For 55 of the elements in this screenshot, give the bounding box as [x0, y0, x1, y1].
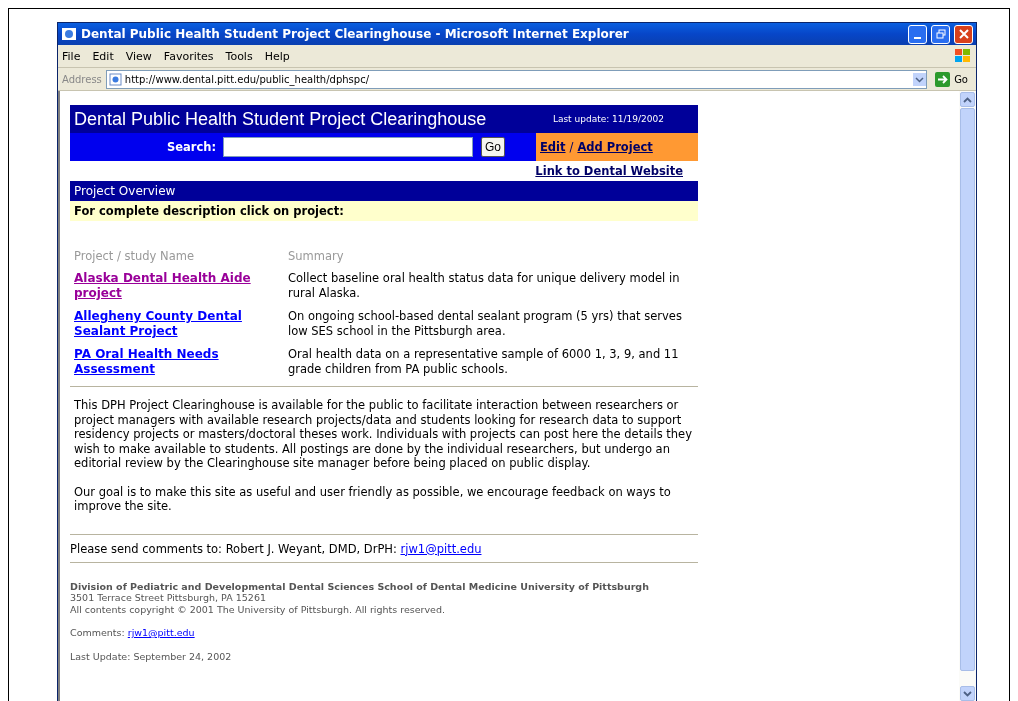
dropdown-icon[interactable]	[913, 72, 927, 86]
window-title: Dental Public Health Student Project Clearinghouse - Microsoft Internet Explorer	[81, 27, 630, 41]
column-header: Summary	[288, 249, 345, 263]
contact-text: Please send comments to: Robert J. Weyant, DMD, DrPH:	[70, 541, 397, 556]
restore-button[interactable]	[931, 24, 950, 44]
minimize-icon	[914, 37, 921, 39]
close-icon	[958, 29, 969, 39]
minimize-button[interactable]	[908, 24, 927, 44]
add-project-link[interactable]: Add Project	[577, 140, 653, 154]
menu-item[interactable]: Help	[264, 49, 290, 63]
project-summary: On ongoing school-based dental sealant program (5 yrs) that serves low SES school in the Pittsburgh area.	[288, 309, 683, 339]
separator-text: /	[569, 140, 574, 154]
windows-logo-icon	[954, 48, 972, 64]
scroll-up-icon[interactable]	[963, 96, 972, 103]
menu-item[interactable]: Edit	[92, 49, 114, 63]
page-icon	[108, 72, 122, 86]
url-text: http://www.dental.pitt.edu/public_health/dphspc/	[124, 73, 370, 85]
menu-item[interactable]: Tools	[225, 49, 253, 63]
column-header: Project / study Name	[74, 249, 195, 263]
edit-link[interactable]: Edit	[540, 140, 566, 154]
browser-icon	[61, 26, 77, 42]
restore-icon	[935, 29, 946, 39]
project-summary: Collect baseline oral health status data for unique delivery model in rural Alaska.	[288, 271, 681, 301]
section-header: Project Overview	[70, 181, 698, 201]
search-label: Search:	[167, 140, 215, 154]
close-button[interactable]	[954, 24, 973, 44]
last-update-text: Last Update: September 24, 2002	[70, 650, 233, 662]
scroll-down-icon[interactable]	[963, 690, 972, 697]
address-label: Address	[62, 73, 102, 85]
last-update-text: Last update: 11/19/2002	[552, 114, 665, 124]
address-field[interactable]: http://www.dental.pitt.edu/public_health/dphspc/	[105, 69, 928, 89]
website-link[interactable]: Link to Dental Website	[535, 164, 683, 178]
copyright-text: All contents copyright © 2001 The University of Pittsburgh. All rights reserved.	[70, 603, 446, 615]
scrollbar[interactable]	[959, 91, 976, 701]
scroll-thumb[interactable]	[960, 108, 975, 671]
address-text: 3501 Terrace Street Pittsburgh, PA 15261	[70, 592, 267, 604]
page-title: Dental Public Health Student Project Clearinghouse	[74, 108, 487, 130]
project-summary: Oral health data on a representative sample of 6000 1, 3, 9, and 11 grade children from PA public schools.	[288, 347, 680, 377]
go-button[interactable]: Go	[931, 71, 972, 87]
email-link[interactable]: rjw1@pitt.edu	[400, 541, 482, 556]
search-button[interactable]: Go	[481, 137, 505, 157]
comments-label: Comments:	[70, 627, 125, 638]
project-link[interactable]: PA Oral Health Needs Assessment	[74, 347, 288, 377]
arrow-icon	[935, 71, 951, 87]
description-paragraph: Our goal is to make this site as useful and user friendly as possible, we encourage feedback on ways to improve the site.	[74, 484, 672, 514]
menu-item[interactable]: View	[125, 49, 152, 63]
instruction-text: For complete description click on project:	[70, 201, 698, 221]
email-link[interactable]: rjw1@pitt.edu	[127, 627, 195, 638]
organization-text: Division of Pediatric and Developmental Dental Sciences School of Dental Medicine University of Pittsburgh	[70, 580, 650, 592]
project-link[interactable]: Alaska Dental Health Aide project	[74, 271, 288, 301]
project-link[interactable]: Allegheny County Dental Sealant Project	[74, 309, 288, 339]
search-field[interactable]	[223, 137, 473, 157]
description-paragraph: This DPH Project Clearinghouse is available for the public to facilitate interaction between researchers or project managers with available research projects/data and students looking for research data to support residency projects or masters/doctoral theses work. Individuals with projects can post here the details they wish to make available to students. All postings are done by the individual researchers, but undergo an editorial review by the Clearinghouse site manager before being placed on public display.	[74, 398, 693, 471]
menu-item[interactable]: Favorites	[163, 49, 214, 63]
menu-item[interactable]: File	[62, 49, 81, 63]
